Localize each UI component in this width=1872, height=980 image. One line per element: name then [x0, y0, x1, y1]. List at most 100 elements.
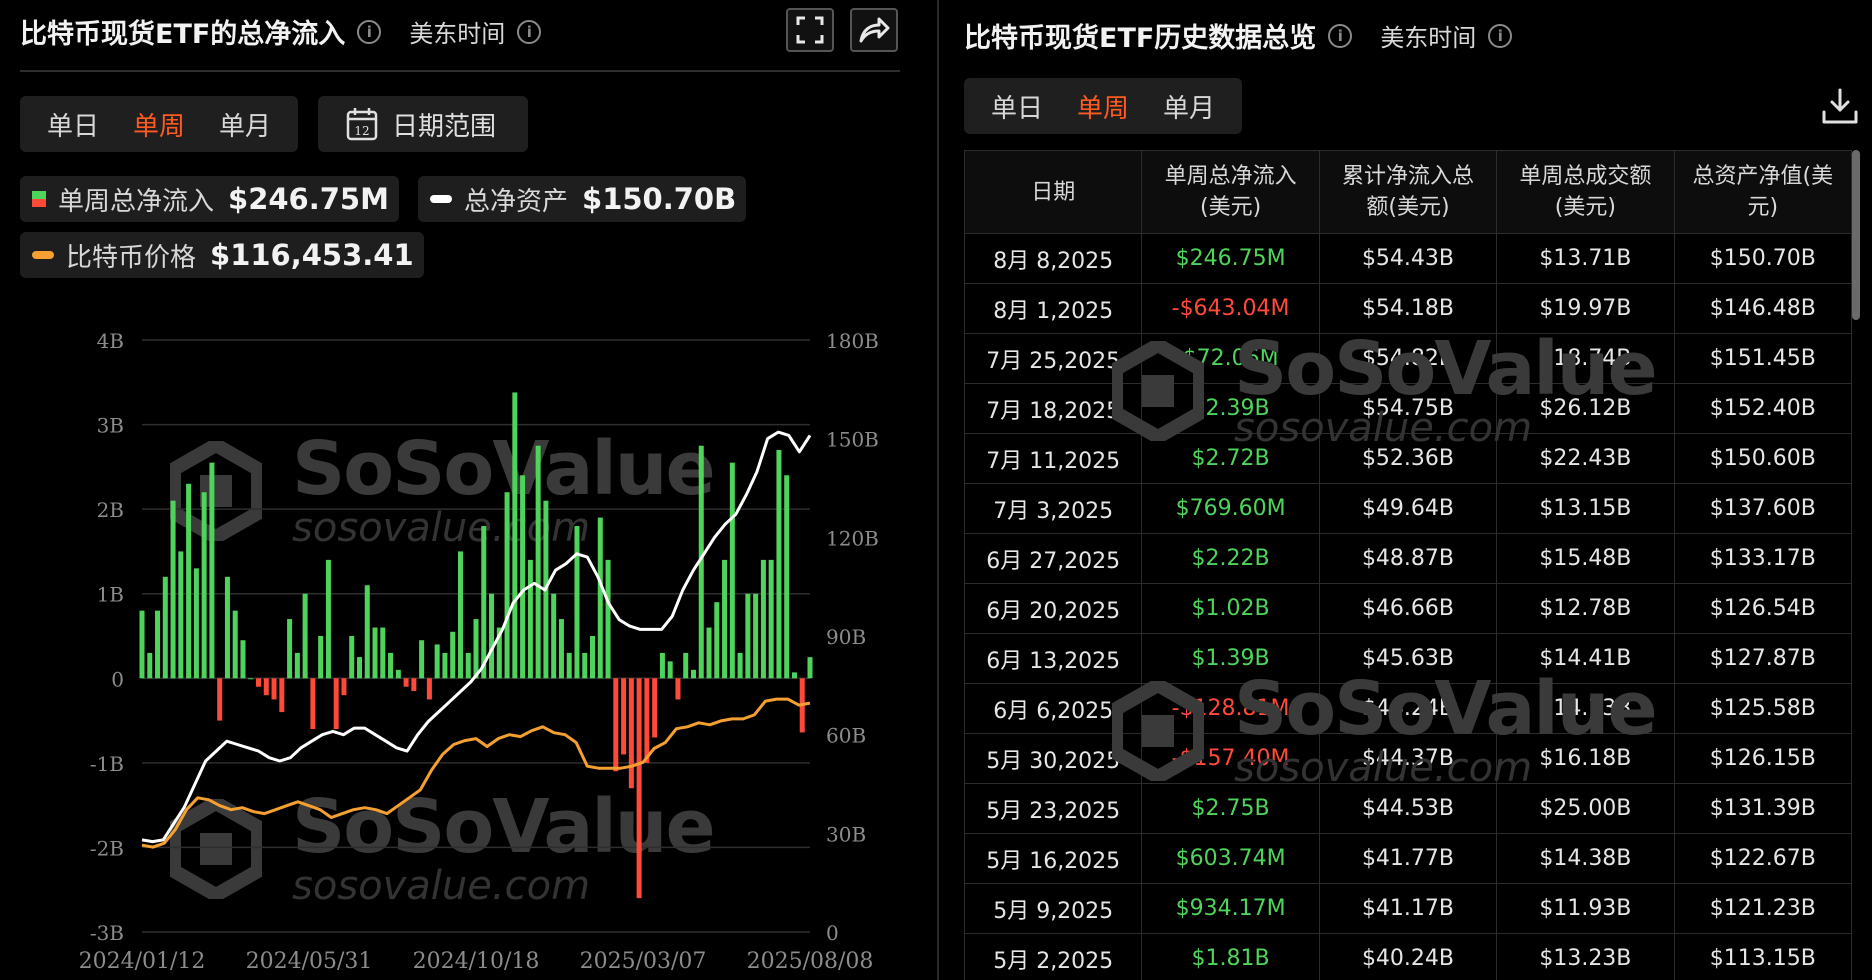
inflow-bar [178, 551, 184, 679]
y-right-tick: 30B [826, 822, 866, 846]
table-row[interactable]: 6月 20,2025 $1.02B $46.66B $12.78B $126.54B [964, 583, 1852, 634]
inflow-bar [737, 652, 743, 679]
inflow-bar [675, 678, 681, 700]
download-icon[interactable] [1820, 86, 1860, 126]
table-cell: $150.70B [1673, 233, 1852, 284]
y-left-tick: 0 [111, 667, 124, 691]
table-row[interactable]: 7月 11,2025 $2.72B $52.36B $22.43B $150.60B [964, 433, 1852, 484]
history-table-wrap[interactable]: 日期 单周总净流入 (美元) 累计净流入总 额(美元) 单周总成交额 (美元) 总资产净值(美… [964, 150, 1852, 980]
table-row[interactable]: 5月 16,2025 $603.74M $41.77B $14.38B $122.67B [964, 833, 1852, 884]
table-cell: 5月 30,2025 [964, 733, 1143, 784]
column-header[interactable]: 单周总成交额 (美元) [1496, 150, 1675, 234]
history-table: 日期 单周总净流入 (美元) 累计净流入总 额(美元) 单周总成交额 (美元) 总资产净值(美… [964, 150, 1852, 980]
table-cell: 7月 11,2025 [964, 433, 1143, 484]
inflow-bar [574, 526, 580, 679]
right-axis-labels: 180B 150B 120B 90B 60B 30B 0 [826, 329, 879, 945]
table-cell: -$643.04M [1141, 283, 1320, 334]
x-tick: 2024/10/18 [413, 949, 540, 974]
table-row[interactable]: 8月 1,2025 -$643.04M $54.18B $19.97B $146.48B [964, 283, 1852, 334]
table-cell: 6月 13,2025 [964, 633, 1143, 684]
inflow-bar [597, 517, 603, 679]
tab-month[interactable]: 单月 [1146, 88, 1232, 125]
table-cell: $22.43B [1496, 433, 1675, 484]
inflow-bar [613, 678, 619, 772]
info-icon[interactable]: i [1328, 23, 1353, 48]
net-inflow-panel: 比特币现货ETF的总净流入 i 美东时间 i 单日 单周 单月 12 日期范围 … [0, 0, 920, 980]
table-cell: $54.43B [1318, 233, 1498, 284]
table-cell: $14.41B [1496, 633, 1675, 684]
etf-flow-chart[interactable]: 4B 3B 2B 1B 0 -1B -2B -3B 180B 150B 120B 90B 60B 30B… [0, 0, 920, 980]
inflow-bar [356, 657, 362, 679]
inflow-bar [287, 619, 293, 679]
inflow-bar [465, 652, 471, 679]
table-row[interactable]: 7月 3,2025 $769.60M $49.64B $13.15B $137.60B [964, 483, 1852, 534]
table-row[interactable]: 6月 6,2025 -$128.81M $44.24B $14.73B $125.58B [964, 683, 1852, 734]
table-row[interactable]: 5月 2,2025 $1.81B $40.24B $13.23B $113.15B [964, 933, 1852, 980]
inflow-bar [450, 631, 456, 679]
inflow-bar [590, 636, 596, 679]
inflow-bar [791, 672, 797, 679]
table-cell: $113.15B [1673, 933, 1852, 980]
table-cell: $48.87B [1318, 533, 1498, 584]
table-row[interactable]: 7月 18,2025 $2.39B $54.75B $26.12B $152.40B [964, 383, 1852, 434]
inflow-bar [807, 657, 813, 679]
table-row[interactable]: 7月 25,2025 $72.06M $54.82B $18.74B $151.45B [964, 333, 1852, 384]
inflow-bar [636, 678, 642, 899]
y-right-tick: 60B [826, 724, 866, 748]
inflow-bar [139, 610, 145, 679]
table-row[interactable]: 5月 23,2025 $2.75B $44.53B $25.00B $131.39B [964, 783, 1852, 834]
inflow-bar [256, 678, 262, 687]
inflow-bar [325, 559, 331, 679]
inflow-bar [473, 619, 479, 679]
table-cell: $52.36B [1318, 433, 1498, 484]
table-cell: $13.15B [1496, 483, 1675, 534]
inflow-bar [481, 526, 487, 679]
info-icon[interactable]: i [1488, 23, 1513, 48]
column-header[interactable]: 日期 [964, 150, 1143, 234]
column-header[interactable]: 单周总净流入 (美元) [1141, 150, 1320, 234]
table-cell: $54.18B [1318, 283, 1498, 334]
table-cell: $934.17M [1141, 883, 1320, 934]
table-cell: $72.06M [1141, 333, 1320, 384]
right-period-tabs: 单日 单周 单月 [964, 78, 1243, 134]
inflow-bar [644, 678, 650, 763]
inflow-bar [271, 678, 277, 700]
table-cell: $150.60B [1673, 433, 1852, 484]
btc-price-line [141, 697, 811, 849]
inflow-bar [341, 678, 347, 696]
table-cell: 6月 27,2025 [964, 533, 1143, 584]
table-cell: -$128.81M [1141, 683, 1320, 734]
inflow-bar [380, 627, 386, 679]
tab-day[interactable]: 单日 [974, 88, 1060, 125]
y-right-tick: 150B [826, 428, 879, 452]
table-row[interactable]: 6月 13,2025 $1.39B $45.63B $14.41B $127.87B [964, 633, 1852, 684]
x-tick: 2024/05/31 [246, 949, 373, 974]
inflow-bar [768, 559, 774, 679]
table-row[interactable]: 5月 30,2025 -$157.40M $44.37B $16.18B $126.15… [964, 733, 1852, 784]
inflow-bar [232, 610, 238, 679]
column-header[interactable]: 累计净流入总 额(美元) [1318, 150, 1498, 234]
x-tick: 2024/01/12 [79, 949, 206, 974]
table-cell: $46.66B [1318, 583, 1498, 634]
inflow-bar [784, 475, 790, 679]
right-title: 比特币现货ETF历史数据总览 [964, 23, 1317, 54]
inflow-bar [318, 636, 324, 679]
table-row[interactable]: 8月 8,2025 $246.75M $54.43B $13.71B $150.70B [964, 233, 1852, 284]
table-cell: 6月 6,2025 [964, 683, 1143, 734]
inflow-bar [659, 652, 665, 679]
table-cell: $13.23B [1496, 933, 1675, 980]
inflow-bar [186, 483, 192, 679]
tab-week[interactable]: 单周 [1060, 88, 1146, 125]
inflow-bar [224, 576, 230, 679]
table-row[interactable]: 5月 9,2025 $934.17M $41.17B $11.93B $121.23B [964, 883, 1852, 934]
inflow-bar [279, 678, 285, 713]
table-cell: $26.12B [1496, 383, 1675, 434]
inflow-bar [411, 678, 417, 691]
inflow-bar [504, 492, 510, 679]
column-header[interactable]: 总资产净值(美 元) [1673, 150, 1852, 234]
table-cell: $54.75B [1318, 383, 1498, 434]
inflow-bar [310, 678, 316, 730]
table-scrollbar[interactable] [1852, 150, 1860, 320]
table-row[interactable]: 6月 27,2025 $2.22B $48.87B $15.48B $133.17B [964, 533, 1852, 584]
table-cell: $14.73B [1496, 683, 1675, 734]
